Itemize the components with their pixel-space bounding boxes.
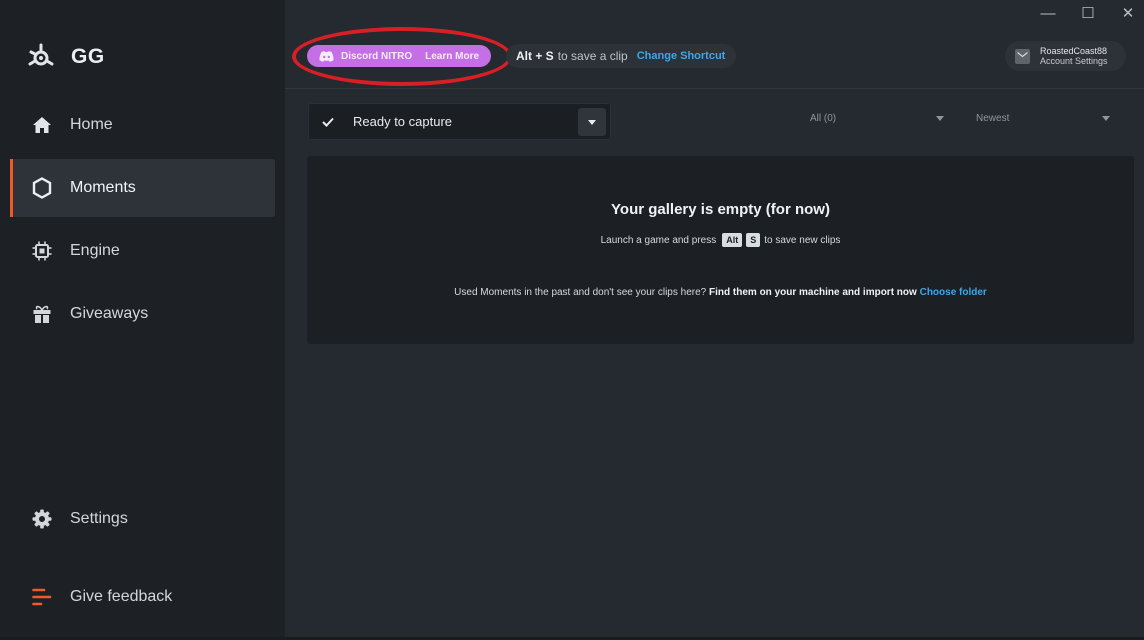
checkmark-icon [322,117,336,127]
key-s: S [746,233,761,247]
sort-select[interactable]: Newest [976,113,1112,124]
minimize-button[interactable]: — [1036,4,1060,22]
choose-folder-link[interactable]: Choose folder [920,287,987,298]
sidebar-item-label: Giveaways [70,305,149,322]
gift-icon [31,303,53,325]
sidebar-item-label: Engine [70,242,120,259]
sidebar: GG Home Moments Engine Giveaways Setting… [0,0,285,640]
sidebar-item-label: Give feedback [70,588,173,605]
import-message: Used Moments in the past and don't see y… [307,287,1134,298]
close-button[interactable]: ✕ [1116,4,1140,22]
give-feedback-button[interactable]: Give feedback [10,568,275,626]
chevron-down-icon [588,119,596,125]
sidebar-item-label: Home [70,116,113,133]
sidebar-item-label: Settings [70,510,128,527]
sidebar-item-label: Moments [70,179,136,196]
sort-value: Newest [976,113,1010,124]
type-filter-value: All (0) [810,113,837,124]
gallery-panel: Your gallery is empty (for now) Launch a… [307,156,1134,344]
hint-suffix: to save new clips [764,234,841,246]
hint-prefix: Launch a game and press [600,234,717,246]
maximize-button[interactable]: ☐ [1076,4,1100,22]
capture-status-label: Ready to capture [353,114,453,129]
gallery-empty-title: Your gallery is empty (for now) [611,201,830,218]
shortcut-keys: Alt + S [516,49,554,63]
steelseries-logo-icon [28,43,54,66]
learn-more-link[interactable]: Learn More [425,51,479,62]
key-alt: Alt [722,233,743,247]
account-settings-label: Account Settings [1040,56,1108,66]
type-filter-select[interactable]: All (0) [810,113,946,124]
gear-icon [31,508,53,530]
header-divider [285,88,1144,89]
shortcut-description: to save a clip [557,49,628,63]
change-shortcut-link[interactable]: Change Shortcut [637,50,726,62]
capture-dropdown-toggle[interactable] [578,108,606,136]
feedback-icon [31,586,53,608]
discord-nitro-button[interactable]: Discord NITRO Learn More [307,45,491,67]
avatar [1015,48,1030,64]
sidebar-item-home[interactable]: Home [10,96,275,154]
sidebar-item-moments[interactable]: Moments [10,159,275,217]
sidebar-item-giveaways[interactable]: Giveaways [10,285,275,343]
chevron-down-icon [936,116,944,121]
shortcut-pill: Alt + S to save a clip Change Shortcut [506,44,736,68]
home-icon [31,114,53,136]
capture-status-dropdown[interactable]: Ready to capture [308,103,611,140]
gallery-hint: Launch a game and press Alt S to save ne… [307,233,1134,247]
brand: GG [27,43,105,71]
discord-icon [319,50,334,62]
sidebar-item-settings[interactable]: Settings [10,490,275,548]
chevron-down-icon [1102,116,1110,121]
chip-icon [31,240,53,262]
sidebar-item-engine[interactable]: Engine [10,222,275,280]
account-name: RoastedCoast88 [1040,46,1108,56]
account-settings-button[interactable]: RoastedCoast88 Account Settings [1005,41,1126,71]
brand-label: GG [71,45,105,68]
hexagon-icon [31,177,53,199]
nitro-label: Discord NITRO [341,50,413,62]
import-text: Used Moments in the past and don't see y… [454,287,707,298]
import-bold-text: Find them on your machine and import now [709,287,917,298]
